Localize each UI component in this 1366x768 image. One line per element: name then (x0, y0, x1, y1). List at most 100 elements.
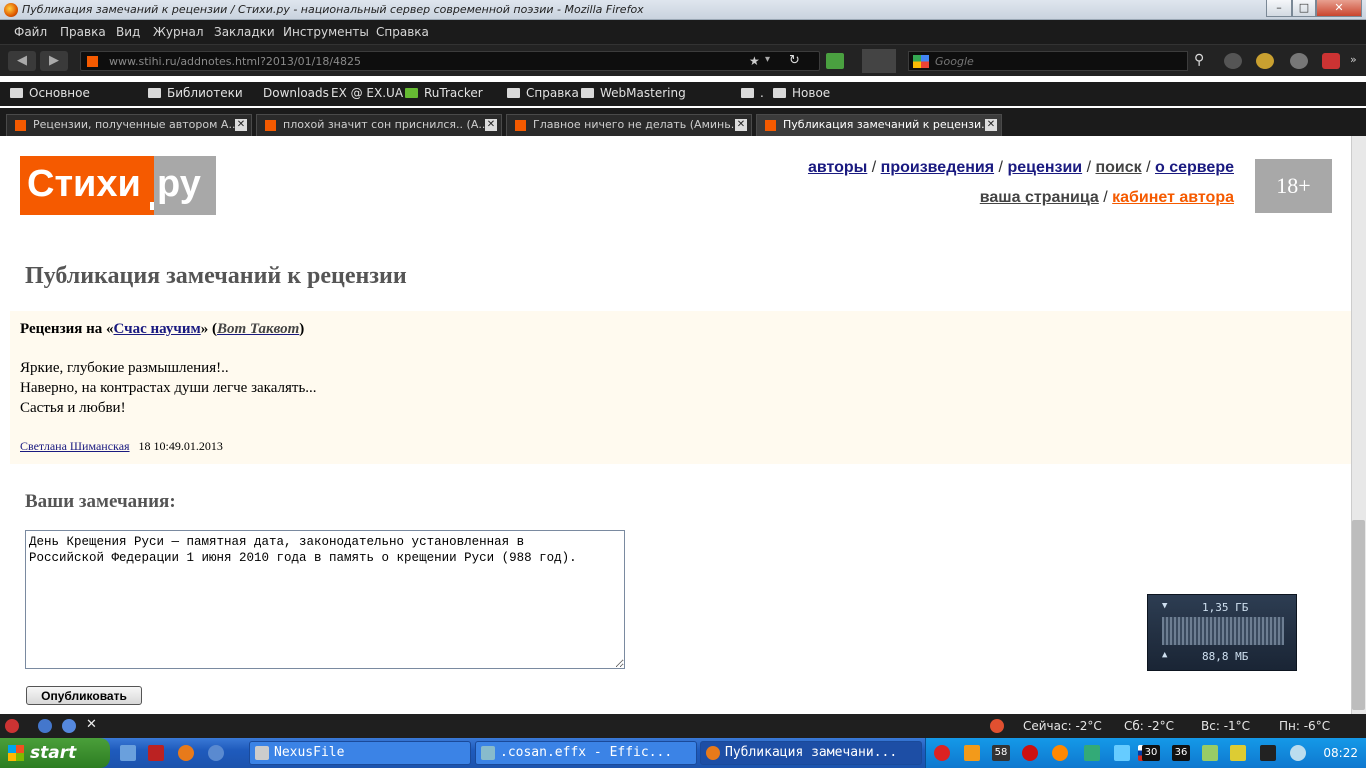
bookmark-folder-main[interactable]: Основное (10, 86, 90, 100)
tray-search-icon[interactable] (1052, 745, 1068, 761)
bookmark-folder-webmastering[interactable]: WebMastering (581, 86, 686, 100)
weather-addon-icon[interactable] (990, 719, 1004, 733)
quicklaunch-desktop-icon[interactable] (120, 745, 136, 761)
star-bookmark-icon[interactable]: ★ (749, 54, 760, 68)
scrollbar-thumb[interactable] (1352, 520, 1365, 710)
tray-record-icon[interactable] (934, 745, 950, 761)
addon-globe-icon[interactable] (1224, 53, 1242, 69)
menu-help[interactable]: Справка (376, 25, 429, 39)
google-engine-icon[interactable] (913, 55, 929, 68)
tray-folder-icon[interactable] (1230, 745, 1246, 761)
tab-bad-dream[interactable]: плохой значит сон приснился.. (А... ✕ (256, 114, 502, 136)
tray-update-icon[interactable] (1290, 745, 1306, 761)
close-status-icon[interactable]: ✕ (86, 717, 97, 732)
translate-icon[interactable] (62, 719, 76, 733)
tray-counter-36[interactable]: 36 (1172, 745, 1190, 761)
tab-label: плохой значит сон приснился.. (А... (283, 118, 489, 131)
nav-search-link[interactable]: поиск (1095, 159, 1141, 176)
nav-reviews-link[interactable]: рецензии (1007, 159, 1082, 176)
back-arrow-icon[interactable]: ◀ (8, 51, 36, 71)
menu-history[interactable]: Журнал (153, 25, 204, 39)
tray-counter-30[interactable]: 30 (1142, 745, 1160, 761)
bookmark-downloads[interactable]: Downloads (263, 86, 329, 100)
menu-tools[interactable]: Инструменты (283, 25, 369, 39)
tab-bar: Рецензии, полученные автором А... ✕ плохо… (0, 108, 1366, 136)
tab-favicon-icon (265, 120, 276, 131)
tab-main-nothing[interactable]: Главное ничего не делать (Аминь... ✕ (506, 114, 752, 136)
menu-bookmarks[interactable]: Закладки (214, 25, 275, 39)
search-box[interactable] (908, 51, 1188, 71)
addon-t-icon[interactable] (1322, 53, 1340, 69)
quicklaunch-firefox-icon[interactable] (178, 745, 194, 761)
reviewer-link[interactable]: Светлана Шиманская (20, 439, 130, 453)
review-work-link[interactable]: Счас научим (114, 321, 201, 337)
tray-network-icon[interactable] (1084, 745, 1100, 761)
tray-counter-58[interactable]: 58 (992, 745, 1010, 761)
tab-close-icon[interactable]: ✕ (735, 119, 747, 131)
site-logo[interactable]: Стихи ру (20, 156, 216, 215)
tab-close-icon[interactable]: ✕ (485, 119, 497, 131)
menu-bar: Файл Правка Вид Журнал Закладки Инструме… (0, 20, 1366, 44)
addon-status-icon[interactable] (38, 719, 52, 733)
quicklaunch-browser-icon[interactable] (208, 745, 224, 761)
review-author-link[interactable]: Вот Таквот (217, 321, 299, 337)
bookmark-rutracker[interactable]: RuTracker (405, 86, 483, 100)
download-icon[interactable] (1290, 53, 1308, 69)
tray-disk-icon[interactable] (1202, 745, 1218, 761)
tray-app-icon[interactable] (964, 745, 980, 761)
bookmarks-toolbar: Основное Библиотеки Downloads EX @ EX.UA… (0, 82, 1366, 106)
close-button[interactable]: ✕ (1316, 0, 1362, 17)
tray-messenger-icon[interactable] (1114, 745, 1130, 761)
addon-leaf-icon[interactable] (1256, 53, 1274, 69)
system-tray: 58 30 36 08:22 (925, 738, 1366, 768)
taskbar-item-effx[interactable]: .cosan.effx - Effic... (475, 741, 697, 765)
tab-reviews[interactable]: Рецензии, полученные автором А... ✕ (6, 114, 252, 136)
review-suffix: ) (299, 321, 305, 337)
menu-edit[interactable]: Правка (60, 25, 106, 39)
bookmark-folder-help[interactable]: Справка (507, 86, 579, 100)
maximize-button[interactable]: □ (1292, 0, 1316, 17)
forward-arrow-icon[interactable]: ▶ (40, 51, 68, 71)
tray-security-icon[interactable] (1022, 745, 1038, 761)
nav-works-link[interactable]: произведения (881, 159, 994, 176)
upload-arrow-icon: ▲ (1162, 650, 1168, 660)
tab-publish-notes[interactable]: Публикация замечаний к рецензи... ✕ (756, 114, 1002, 136)
minimize-button[interactable]: – (1266, 0, 1292, 17)
bookmark-label: WebMastering (600, 86, 686, 100)
search-input[interactable] (935, 53, 1175, 69)
nav-author-cabinet-link[interactable]: кабинет автора (1112, 189, 1234, 206)
reload-icon[interactable]: ↻ (789, 53, 800, 68)
bookmark-folder-libraries[interactable]: Библиотеки (148, 86, 243, 100)
folder-icon (10, 88, 23, 98)
taskbar-item-nexusfile[interactable]: NexusFile (249, 741, 471, 765)
weather-sun: Вс: -1°C (1201, 719, 1251, 733)
quicklaunch-app-icon[interactable] (148, 745, 164, 761)
nav-about-link[interactable]: о сервере (1155, 159, 1234, 176)
tab-close-icon[interactable]: ✕ (985, 119, 997, 131)
tray-monitor-icon[interactable] (1260, 745, 1276, 761)
window-title: Публикация замечаний к рецензии / Стихи.… (22, 3, 644, 16)
nav-authors-link[interactable]: авторы (808, 159, 867, 176)
search-icon[interactable]: ⚲ (1194, 52, 1204, 68)
publish-button[interactable]: Опубликовать (26, 686, 142, 705)
notes-textarea[interactable]: День Крещения Руси — памятная дата, зако… (25, 530, 625, 669)
tab-favicon-icon (515, 120, 526, 131)
menu-file[interactable]: Файл (14, 25, 47, 39)
bookmark-folder-new[interactable]: Новое (773, 86, 830, 100)
bookmark-exua[interactable]: EX @ EX.UA (331, 86, 403, 100)
folder-icon (741, 88, 754, 98)
abp-icon[interactable] (5, 719, 19, 733)
start-button[interactable]: start (0, 738, 110, 768)
nav-your-page-link[interactable]: ваша страница (980, 189, 1099, 206)
nav-separator: / (1082, 159, 1096, 176)
bookmark-label: Основное (29, 86, 90, 100)
bookmark-folder-dot[interactable]: . (741, 86, 764, 100)
menu-view[interactable]: Вид (116, 25, 140, 39)
url-dropdown-icon[interactable]: ▾ (765, 54, 770, 65)
taskbar-item-firefox[interactable]: Публикация замечани... (700, 741, 922, 765)
tab-close-icon[interactable]: ✕ (235, 119, 247, 131)
home-icon[interactable] (826, 53, 844, 69)
persona-icon[interactable] (862, 49, 896, 73)
overflow-chevron-icon[interactable]: » (1350, 53, 1357, 66)
url-bar[interactable]: www.stihi.ru/addnotes.html?2013/01/18/48… (80, 51, 820, 71)
